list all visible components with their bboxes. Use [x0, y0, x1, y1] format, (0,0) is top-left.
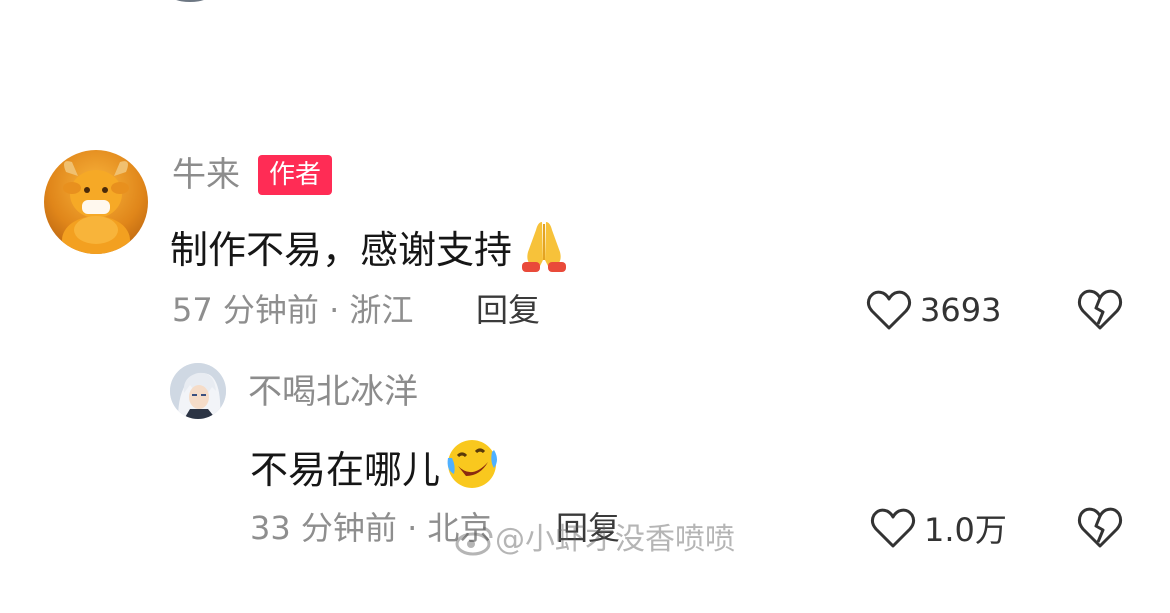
reply-avatar[interactable]: [170, 363, 226, 419]
broken-heart-icon: [1077, 507, 1123, 548]
comment-text: 制作不易，感谢支持: [170, 216, 572, 283]
reply-text-content: 不易在哪儿: [250, 447, 441, 492]
reply-dislike-button[interactable]: [1076, 504, 1124, 552]
heart-icon: [866, 290, 912, 330]
dislike-button[interactable]: [1076, 286, 1124, 334]
comment-text-content: 制作不易，感谢支持: [170, 227, 513, 272]
laughing-tears-emoji-icon: [444, 436, 500, 503]
anime-avatar-icon: [170, 363, 226, 419]
username[interactable]: 牛来: [172, 155, 240, 195]
reply-like-count: 1.0万: [924, 511, 1007, 549]
broken-heart-icon: [1077, 289, 1123, 330]
reply-username[interactable]: 不喝北冰洋: [248, 372, 418, 412]
reply-like-button[interactable]: 1.0万: [870, 504, 1007, 552]
comment-screen: 牛来 作者 制作不易，感谢支持 57 分钟前 · 浙江 回复 3693 不喝北冰…: [0, 0, 1170, 613]
reply-button[interactable]: 回复: [476, 290, 540, 330]
heart-icon: [870, 508, 916, 548]
comment-thread: 牛来 作者 制作不易，感谢支持 57 分钟前 · 浙江 回复 3693 不喝北冰…: [0, 0, 1170, 613]
like-button[interactable]: 3693: [866, 286, 1001, 334]
bull-avatar-icon: [62, 161, 130, 254]
reply-text: 不易在哪儿: [250, 436, 500, 503]
pray-emoji-icon: [516, 216, 572, 283]
comment-meta: 57 分钟前 · 浙江: [172, 291, 414, 329]
avatar[interactable]: [44, 150, 148, 254]
author-badge: 作者: [258, 155, 332, 195]
reply-meta: 33 分钟前 · 北京: [250, 509, 492, 547]
like-count: 3693: [920, 291, 1002, 329]
reply-reply-button[interactable]: 回复: [556, 508, 620, 548]
